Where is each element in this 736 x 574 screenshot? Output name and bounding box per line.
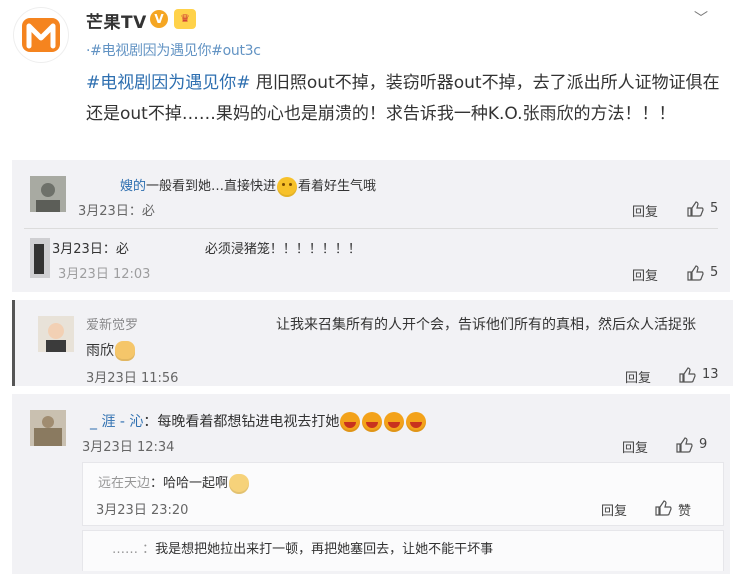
comment-text: 我是想把她拉出来打一顿，再把她塞回去，让她不能干坏事 [155,542,494,557]
reply-button[interactable]: 回复 [625,367,651,386]
hashtag-link[interactable]: #电视剧因为遇见你# [86,73,251,93]
comment-line: 3月23日：必 必须浸猪笼！！！！！！！ [52,242,361,257]
comment-text: ：每晚看着都想钻进电视去打她 [143,414,340,430]
post-content: #电视剧因为遇见你# 甩旧照out不掉，装窃听器out不掉，去了派出所人证物证俱… [86,68,726,130]
reply-button[interactable]: 回复 [622,437,648,456]
angry-emoji-icon [362,412,383,432]
comment-text: 必须浸猪笼！！！！！！！ [204,242,361,257]
like-count: 13 [702,367,719,382]
thumbs-up-icon[interactable] [654,499,672,517]
account-name[interactable]: 芒果TV [86,8,147,33]
reply-button[interactable]: 回复 [601,500,627,519]
commenter-avatar[interactable] [30,238,50,278]
dog-emoji-icon [229,473,250,494]
comment-time: 3月23日 23:20 [96,503,189,518]
reply-button[interactable]: 回复 [632,201,658,220]
comment-time: 3月23日 12:34 [82,440,175,455]
comment-line: _ 涯 - 沁：每晚看着都想钻进电视去打她 [90,411,427,432]
commenter-name[interactable]: …… ： [112,542,155,557]
commenter-name[interactable]: 嫂的 [120,179,146,194]
thumbs-up-icon[interactable] [686,264,704,282]
nested-comment-line: 远在天边：哈哈一起啊 [98,472,250,494]
angry-emoji-icon [384,412,405,432]
commenter-avatar[interactable] [38,316,74,352]
nested-comment-line: …… ：我是想把她拉出来打一顿，再把她塞回去，让她不能干坏事 [112,538,493,557]
smile-emoji-icon [277,176,298,197]
commenter-name[interactable]: 爱新觉罗 [86,314,138,333]
angry-emoji-icon [340,412,361,432]
like-count: 赞 [678,504,692,519]
verified-badge-icon: V [150,10,168,28]
thumbs-up-icon[interactable] [686,200,704,218]
commenter-name[interactable]: _ 涯 - 沁 [90,414,143,430]
comment-text: 让我来召集所有的人开个会，告诉他们所有的真相，然后众人活捉张 [276,317,696,333]
angry-emoji-icon [406,412,427,432]
comment-text-after: 看着好生气哦 [298,179,377,194]
comment-time: 3月23日 12:03 [58,267,151,282]
vip-badge-icon: ♛ [174,9,196,29]
comment-text: ：哈哈一起啊 [150,476,229,491]
commenter-avatar[interactable] [30,410,66,446]
like-count: 5 [710,265,719,280]
comment-line: 嫂的一般看到她…直接快进 看着好生气哦 [120,175,376,197]
like-count: 9 [699,437,708,452]
thumbs-up-icon[interactable] [675,436,693,454]
comment-time: 3月23日：必 [78,204,155,219]
thumbs-up-icon[interactable] [678,366,696,384]
chevron-down-icon[interactable]: ﹀ [694,8,708,28]
avatar-image-icon [30,410,66,446]
commenter-name[interactable]: 远在天边 [98,476,150,491]
mango-tv-logo-icon [16,10,66,60]
reply-button[interactable]: 回复 [632,265,658,284]
comment-text-line2: 雨欣 [86,340,136,361]
mango-tv-avatar[interactable] [14,8,68,62]
commenter-avatar[interactable] [30,176,66,212]
garbled-text-line: ·#电视剧因为遇见你#out3c [86,43,261,59]
avatar-image-icon [30,238,50,278]
comment-time: 3月23日 11:56 [86,371,179,386]
comment-text: 一般看到她…直接快进 [146,179,277,194]
like-count: 5 [710,201,719,216]
divider [24,228,718,229]
pray-emoji-icon [115,341,135,361]
avatar-image-icon [38,316,74,352]
commenter-name[interactable]: 3月23日 [52,242,103,257]
avatar-image-icon [30,176,66,212]
